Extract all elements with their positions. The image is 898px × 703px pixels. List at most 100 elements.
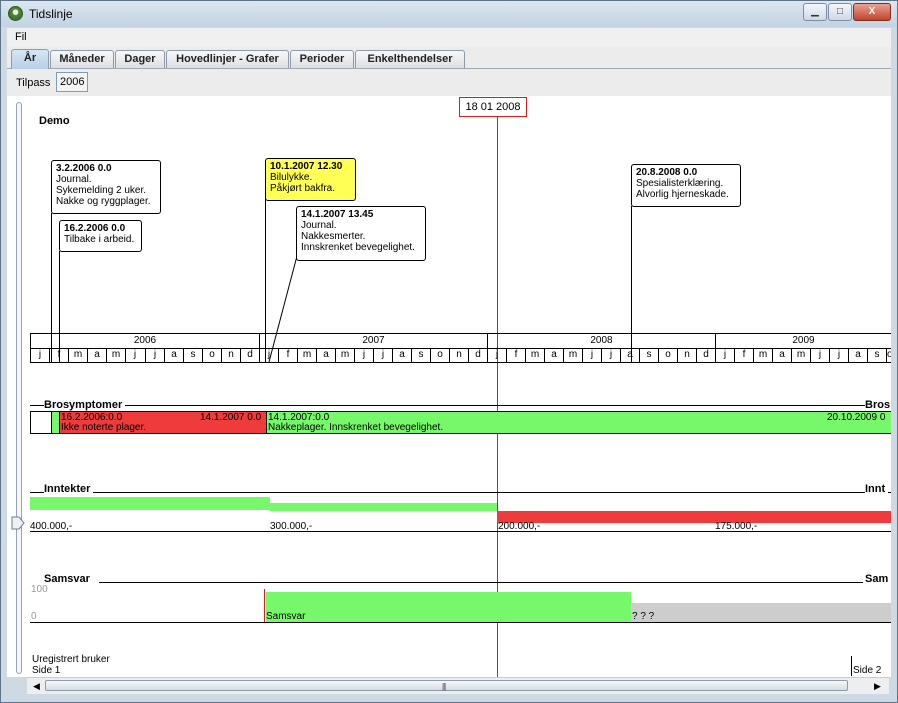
scroll-thumb[interactable]: |||: [45, 680, 848, 691]
event-note-highlighted[interactable]: 10.1.2007 12.30 Bilulykke. Påkjørt bakfr…: [265, 158, 356, 201]
tab-bar: År Måneder Dager Hovedlinjer - Grafer Pe…: [7, 47, 891, 69]
month-label[interactable]: j: [582, 348, 601, 362]
month-label[interactable]: m: [68, 348, 87, 362]
samsvar-marker: [264, 589, 265, 622]
month-label[interactable]: o: [658, 348, 677, 362]
year-label[interactable]: 2006: [30, 334, 259, 348]
month-label[interactable]: a: [544, 348, 563, 362]
month-label[interactable]: n: [221, 348, 240, 362]
month-label[interactable]: d: [696, 348, 715, 362]
tab-year[interactable]: År: [11, 49, 49, 69]
month-label[interactable]: m: [791, 348, 810, 362]
month-label[interactable]: a: [772, 348, 791, 362]
close-button[interactable]: X: [853, 3, 891, 21]
month-label[interactable]: m: [335, 348, 354, 362]
tab-months[interactable]: Måneder: [50, 50, 114, 68]
month-label[interactable]: j: [259, 348, 278, 362]
month-label[interactable]: a: [848, 348, 867, 362]
inntekter-title: Inntekter: [44, 483, 94, 495]
event-date: 16.2.2006 0.0: [64, 223, 126, 234]
scroll-left-button[interactable]: ◀: [29, 679, 44, 693]
month-label[interactable]: f: [506, 348, 525, 362]
month-label[interactable]: j: [145, 348, 164, 362]
income-bar[interactable]: [270, 503, 497, 511]
year-label[interactable]: 2007: [259, 334, 487, 348]
tab-periods[interactable]: Perioder: [290, 50, 354, 68]
samsvar-bar[interactable]: [266, 592, 631, 622]
month-label[interactable]: j: [715, 348, 734, 362]
event-text: Nakke og ryggplager.: [56, 196, 151, 207]
minimize-button[interactable]: ▁: [803, 3, 827, 21]
event-note[interactable]: 14.1.2007 13.45 Journal. Nakkesmerter. I…: [296, 206, 426, 261]
event-text: Innskrenket bevegelighet.: [301, 242, 415, 253]
month-label[interactable]: a: [620, 348, 639, 362]
month-label[interactable]: o: [202, 348, 221, 362]
month-label[interactable]: a: [316, 348, 335, 362]
month-label[interactable]: s: [639, 348, 658, 362]
month-label[interactable]: m: [297, 348, 316, 362]
scroll-right-button[interactable]: ▶: [870, 679, 885, 693]
event-text: Bilulykke.: [270, 172, 313, 183]
month-label[interactable]: j: [373, 348, 392, 362]
year-label[interactable]: 2009: [715, 334, 891, 348]
samsvar-axis-top: 100: [31, 584, 48, 595]
event-note[interactable]: 3.2.2006 0.0 Journal. Sykemelding 2 uker…: [51, 160, 161, 214]
event-date: 14.1.2007 13.45: [301, 209, 374, 220]
month-label[interactable]: s: [867, 348, 886, 362]
month-label[interactable]: a: [392, 348, 411, 362]
event-text: Sykemelding 2 uker.: [56, 185, 147, 196]
tab-single-events[interactable]: Enkelthendelser: [355, 50, 465, 68]
samsvar-title-right: Sam: [865, 573, 891, 585]
month-label[interactable]: m: [563, 348, 582, 362]
samsvar-unknown-label: ? ? ?: [632, 611, 655, 622]
event-note[interactable]: 16.2.2006 0.0 Tilbake i arbeid.: [59, 220, 142, 252]
month-label[interactable]: j: [487, 348, 506, 362]
month-label[interactable]: j: [354, 348, 373, 362]
tab-days[interactable]: Dager: [115, 50, 165, 68]
month-label[interactable]: m: [106, 348, 125, 362]
month-label[interactable]: j: [601, 348, 620, 362]
samsvar-unknown-bar[interactable]: [631, 603, 891, 622]
event-note[interactable]: 20.8.2008 0.0 Spesialisterklæring. Alvor…: [631, 164, 741, 207]
income-bar-red[interactable]: [497, 511, 891, 523]
inntekter-title-right: Innt: [865, 483, 889, 495]
month-label[interactable]: f: [734, 348, 753, 362]
tab-main-lines-graphs[interactable]: Hovedlinjer - Grafer: [166, 50, 289, 68]
month-label[interactable]: m: [525, 348, 544, 362]
month-label[interactable]: n: [449, 348, 468, 362]
month-label[interactable]: j: [829, 348, 848, 362]
toolbar: Tilpass 2006: [7, 69, 891, 96]
month-label[interactable]: f: [49, 348, 68, 362]
application-window: Tidslinje ▁ □ X Fil År Måneder Dager Hov…: [0, 0, 898, 703]
month-label[interactable]: j: [810, 348, 829, 362]
month-label[interactable]: a: [164, 348, 183, 362]
month-label[interactable]: s: [183, 348, 202, 362]
menu-file[interactable]: Fil: [15, 31, 27, 43]
month-label[interactable]: f: [278, 348, 297, 362]
month-label[interactable]: m: [753, 348, 772, 362]
horizontal-scrollbar[interactable]: ◀ ||| ▶: [27, 677, 889, 694]
timeline-canvas: Demo 18 01 2008 3.2.2006 0.0 Journal. Sy…: [7, 96, 891, 677]
zoom-slider-thumb[interactable]: [11, 516, 25, 530]
income-bar[interactable]: [30, 497, 270, 510]
month-label[interactable]: o: [886, 348, 891, 362]
month-label[interactable]: d: [468, 348, 487, 362]
footer-page-2: Side 2: [853, 665, 882, 676]
cursor-date-label[interactable]: 18 01 2008: [459, 97, 527, 117]
month-label[interactable]: s: [411, 348, 430, 362]
month-label[interactable]: j: [30, 348, 49, 362]
month-label[interactable]: n: [677, 348, 696, 362]
zoom-slider-track[interactable]: [16, 102, 22, 674]
bar-text: Nakkeplager. Innskrenket bevegelighet.: [268, 422, 444, 433]
year-field[interactable]: 2006: [56, 72, 88, 92]
month-label[interactable]: o: [430, 348, 449, 362]
brosymptomer-title: Brosymptomer: [44, 399, 126, 411]
year-label[interactable]: 2008: [487, 334, 715, 348]
maximize-button[interactable]: □: [828, 3, 852, 21]
month-label[interactable]: a: [87, 348, 106, 362]
title-bar[interactable]: Tidslinje ▁ □ X: [1, 1, 897, 27]
window-title: Tidslinje: [29, 7, 73, 21]
month-label[interactable]: d: [240, 348, 259, 362]
samsvar-baseline: [30, 622, 891, 623]
month-label[interactable]: j: [125, 348, 144, 362]
